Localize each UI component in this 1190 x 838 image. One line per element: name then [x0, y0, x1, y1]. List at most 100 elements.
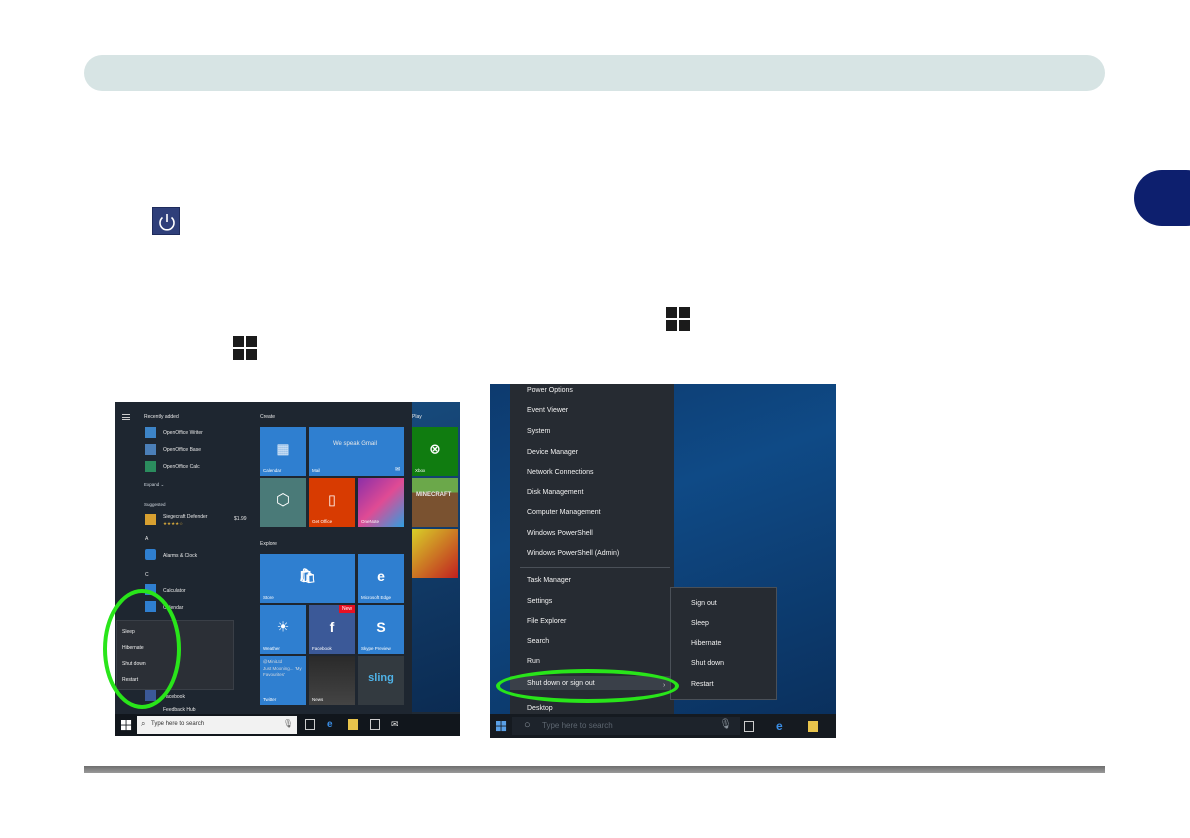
app-list-item[interactable]: Alarms & Clock — [163, 553, 197, 559]
file-explorer-icon[interactable] — [808, 721, 818, 732]
file-explorer-icon[interactable] — [348, 719, 358, 730]
new-badge: New — [338, 605, 355, 613]
app-list-item[interactable]: OpenOffice Writer — [163, 430, 203, 436]
task-view-icon[interactable] — [744, 721, 754, 732]
office-icon: ▯ — [328, 491, 336, 508]
menu-item-task-manager[interactable]: Task Manager — [527, 577, 571, 584]
expand-link[interactable]: Expand ⌄ — [144, 482, 164, 488]
app-list-item[interactable]: Calculator — [163, 588, 186, 594]
submenu-shut-down[interactable]: Shut down — [691, 660, 724, 667]
search-icon: ⌕ — [141, 719, 146, 728]
microphone-icon[interactable]: 🎙 — [719, 719, 732, 730]
menu-item-disk-management[interactable]: Disk Management — [527, 489, 583, 496]
racing-game-tile[interactable] — [412, 529, 458, 578]
xbox-icon: ⊗ — [429, 440, 441, 457]
xbox-tile[interactable]: ⊗ Xbox — [412, 427, 458, 476]
edge-icon[interactable]: e — [776, 719, 786, 733]
menu-item-power-options[interactable]: Power Options — [527, 387, 573, 394]
app-list-item[interactable]: Feedback Hub — [163, 707, 196, 713]
facebook-tile[interactable]: New f Facebook — [309, 605, 355, 654]
menu-item-event-viewer[interactable]: Event Viewer — [527, 407, 568, 414]
rating-stars: ★★★★☆ — [163, 521, 184, 526]
letter-header[interactable]: A — [145, 536, 148, 542]
menu-separator — [520, 567, 670, 568]
menu-item-powershell[interactable]: Windows PowerShell — [527, 530, 593, 537]
microphone-icon[interactable]: 🎙 — [283, 719, 293, 728]
mail-icon[interactable]: ✉ — [391, 719, 401, 730]
windows-logo-icon — [233, 336, 257, 360]
submenu-sign-out[interactable]: Sign out — [691, 600, 717, 607]
skype-tile[interactable]: S Skype Preview — [358, 605, 404, 654]
hexagon-icon: ⬡ — [276, 492, 290, 510]
search-placeholder: Type here to search — [542, 721, 613, 730]
calendar-icon: ▦ — [276, 440, 290, 457]
hexagon-app-tile[interactable]: ⬡ — [260, 478, 306, 527]
sling-tile[interactable]: sling — [358, 656, 404, 705]
mail-tile[interactable]: We speak Gmail Mail ✉ — [309, 427, 404, 476]
start-button-icon[interactable] — [496, 721, 507, 732]
minecraft-tile[interactable]: MINECRAFT — [412, 478, 458, 527]
sun-icon: ☀ — [276, 618, 290, 635]
calendar-tile[interactable]: ▦ Calendar — [260, 427, 306, 476]
base-icon — [145, 444, 156, 455]
twitter-tile[interactable]: @MiniLtd Just Mooning... 'My Favourites'… — [260, 656, 306, 705]
get-office-tile[interactable]: ▯ Get Office — [309, 478, 355, 527]
alarm-clock-icon — [145, 549, 156, 560]
siegecraft-icon — [145, 514, 156, 525]
letter-header[interactable]: C — [145, 572, 149, 578]
chapter-header-bar — [84, 55, 1105, 91]
highlight-ellipse — [496, 669, 679, 703]
store-icon[interactable] — [370, 719, 380, 730]
taskbar-search-box[interactable]: ⌕ Type here to search 🎙 — [137, 716, 297, 734]
edge-tile[interactable]: e Microsoft Edge — [358, 554, 404, 603]
writer-icon — [145, 427, 156, 438]
menu-item-settings[interactable]: Settings — [527, 598, 552, 605]
footer-rule — [84, 766, 1105, 773]
taskbar: ⌕ Type here to search 🎙 e ✉ — [115, 714, 460, 736]
onenote-tile[interactable]: OneNote — [358, 478, 404, 527]
shut-down-submenu: Sign out Sleep Hibernate Shut down Resta… — [670, 587, 777, 700]
suggested-app[interactable]: Siegecraft Defender — [163, 514, 207, 520]
create-group-heading: Create — [260, 414, 276, 420]
menu-item-desktop[interactable]: Desktop — [527, 705, 553, 712]
chapter-tab — [1134, 170, 1190, 226]
submenu-restart[interactable]: Restart — [691, 681, 714, 688]
app-list-item[interactable]: OpenOffice Calc — [163, 464, 200, 470]
menu-item-device-manager[interactable]: Device Manager — [527, 449, 578, 456]
weather-tile[interactable]: ☀ Weather — [260, 605, 306, 654]
news-tile[interactable]: News — [309, 656, 355, 705]
highlight-ellipse — [103, 589, 181, 709]
facebook-icon: f — [329, 619, 335, 636]
shopping-bag-icon: 🛍 — [298, 567, 317, 584]
explore-group-heading: Explore — [260, 541, 277, 547]
edge-icon: e — [377, 568, 385, 585]
menu-item-computer-management[interactable]: Computer Management — [527, 509, 601, 516]
menu-item-file-explorer[interactable]: File Explorer — [527, 618, 566, 625]
submenu-hibernate[interactable]: Hibernate — [691, 640, 721, 647]
recently-added-heading: Recently added — [144, 414, 179, 420]
cortana-circle-icon: ○ — [524, 719, 531, 731]
suggested-price: $1.99 — [234, 516, 247, 522]
hamburger-icon[interactable] — [122, 414, 130, 420]
power-icon — [152, 207, 180, 235]
menu-item-system[interactable]: System — [527, 428, 550, 435]
edge-icon[interactable]: e — [327, 719, 337, 730]
menu-item-run[interactable]: Run — [527, 658, 540, 665]
app-list-item[interactable]: OpenOffice Base — [163, 447, 201, 453]
menu-item-network-connections[interactable]: Network Connections — [527, 469, 594, 476]
calc-icon — [145, 461, 156, 472]
taskbar-search-box[interactable]: ○ Type here to search 🎙 — [512, 717, 740, 735]
start-button-icon[interactable] — [121, 720, 132, 731]
expand-label: Expand — [144, 482, 160, 487]
submenu-sleep[interactable]: Sleep — [691, 620, 709, 627]
search-placeholder: Type here to search — [151, 721, 205, 727]
menu-item-search[interactable]: Search — [527, 638, 549, 645]
skype-icon: S — [376, 619, 386, 636]
task-view-icon[interactable] — [305, 719, 315, 730]
mail-icon: ✉ — [394, 467, 400, 473]
taskbar: ○ Type here to search 🎙 e — [490, 714, 836, 738]
store-tile[interactable]: 🛍 Store — [260, 554, 355, 603]
play-group-heading: Play — [412, 414, 422, 420]
windows-logo-icon — [666, 307, 690, 331]
menu-item-powershell-admin[interactable]: Windows PowerShell (Admin) — [527, 550, 619, 557]
